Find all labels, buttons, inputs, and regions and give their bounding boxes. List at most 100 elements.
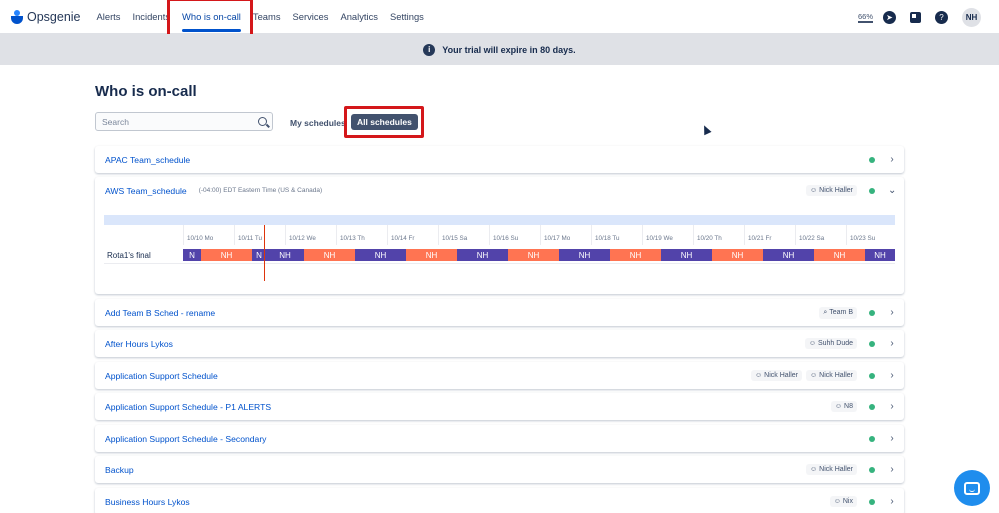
rotation-segment[interactable]: NH: [610, 249, 661, 261]
timeline-date: 10/20 Th: [693, 225, 744, 245]
timeline-date: 10/10 Mo: [183, 225, 234, 245]
main-content: Who is on-call My schedules All schedule…: [0, 65, 999, 513]
schedule-row[interactable]: Add Team B Sched - rename ⌕ Team B ›: [95, 299, 904, 326]
on-call-user-chip: ☺ Nick Haller: [751, 370, 802, 381]
schedule-row-expanded[interactable]: AWS Team_schedule (-04:00) EDT Eastern T…: [95, 177, 904, 294]
schedule-name[interactable]: Add Team B Sched - rename: [105, 308, 215, 318]
chevron-right-icon[interactable]: ›: [888, 370, 896, 381]
chat-button[interactable]: [954, 470, 990, 506]
rotation-segment[interactable]: NH: [457, 249, 508, 261]
schedule-name[interactable]: Business Hours Lykos: [105, 497, 190, 507]
timeline-date: 10/23 Su: [846, 225, 897, 245]
nav-item-alerts[interactable]: Alerts: [91, 0, 127, 34]
logo-text: Opsgenie: [27, 9, 81, 24]
my-schedules-toggle[interactable]: My schedules: [285, 114, 351, 131]
rotation-segment[interactable]: NH: [355, 249, 406, 261]
search-input[interactable]: [96, 116, 251, 127]
chevron-down-icon[interactable]: ⌄: [888, 185, 896, 196]
schedule-row[interactable]: Backup ☺ Nick Haller ›: [95, 456, 904, 483]
schedule-name[interactable]: After Hours Lykos: [105, 339, 173, 349]
timeline-divider: [104, 263, 895, 264]
chevron-right-icon[interactable]: ›: [888, 338, 896, 349]
schedule-row[interactable]: Application Support Schedule ☺ Nick Halle…: [95, 362, 904, 389]
on-call-user-chip: ☺ Suhh Dude: [804, 338, 857, 349]
zoom-level[interactable]: 66%: [857, 12, 873, 23]
schedule-name[interactable]: Backup: [105, 465, 134, 475]
info-icon: i: [423, 43, 436, 56]
timeline-dates: 10/10 Mo 10/11 Tu 10/12 We 10/13 Th 10/14 Fr…: [104, 225, 895, 245]
rotation-segment[interactable]: NH: [559, 249, 610, 261]
schedule-row[interactable]: Business Hours Lykos ☺ Nix ›: [95, 488, 904, 513]
on-call-status-dot: [869, 372, 875, 379]
on-call-status-dot: [869, 498, 875, 505]
rotation-segment[interactable]: NH: [712, 249, 763, 261]
nav-item-teams[interactable]: Teams: [247, 0, 287, 34]
rotation-segment[interactable]: N: [183, 249, 201, 261]
chevron-right-icon[interactable]: ›: [888, 154, 896, 165]
schedule-row[interactable]: APAC Team_schedule ›: [95, 146, 904, 173]
avatar[interactable]: NH: [962, 7, 981, 27]
chat-icon: [964, 481, 980, 495]
chevron-right-icon[interactable]: ›: [888, 433, 896, 444]
rotation-segment[interactable]: NH: [406, 249, 457, 261]
trial-banner: i Your trial will expire in 80 days.: [0, 34, 999, 65]
nav-item-who-is-on-call[interactable]: Who is on-call: [176, 0, 247, 34]
app-switcher-icon[interactable]: [910, 11, 921, 23]
on-call-status-dot: [869, 340, 875, 347]
schedule-row[interactable]: After Hours Lykos ☺ Suhh Dude ›: [95, 330, 904, 357]
on-call-status-dot: [869, 156, 875, 163]
timeline-date: 10/12 We: [285, 225, 336, 245]
schedule-name[interactable]: Application Support Schedule - P1 ALERTS: [105, 402, 271, 412]
timeline-date: 10/18 Tu: [591, 225, 642, 245]
on-call-user-chip: ☺ Nick Haller: [806, 464, 857, 475]
compass-icon[interactable]: ➤: [883, 10, 896, 24]
nav-items: Alerts Incidents Who is on-call Teams Se…: [91, 0, 430, 34]
user-icon: ☺: [808, 340, 816, 347]
search-icon[interactable]: [258, 117, 267, 126]
timeline-date: 10/22 Sa: [795, 225, 846, 245]
opsgenie-logo[interactable]: Opsgenie: [11, 0, 81, 34]
all-schedules-toggle[interactable]: All schedules: [351, 114, 418, 130]
on-call-user-chip: ☺ Nick Haller: [806, 370, 857, 381]
mouse-cursor-icon: [700, 123, 712, 136]
on-call-team-chip: ⌕ Team B: [819, 306, 857, 319]
timeline-date: 10/13 Th: [336, 225, 387, 245]
rotation-segment[interactable]: NH: [201, 249, 252, 261]
nav-item-incidents[interactable]: Incidents: [126, 0, 176, 34]
timeline-date: 10/14 Fr: [387, 225, 438, 245]
team-icon: ⌕: [823, 308, 828, 316]
rotation-segment[interactable]: NH: [763, 249, 814, 261]
schedule-timeline: 10/10 Mo 10/11 Tu 10/12 We 10/13 Th 10/14 Fr…: [104, 215, 895, 281]
rotation-segment[interactable]: NH: [304, 249, 355, 261]
schedule-name[interactable]: Application Support Schedule - Secondary: [105, 434, 266, 444]
nav-item-services[interactable]: Services: [287, 0, 335, 34]
chevron-right-icon[interactable]: ›: [888, 464, 896, 475]
rotation-segment[interactable]: NH: [814, 249, 865, 261]
chevron-right-icon[interactable]: ›: [888, 307, 896, 318]
schedule-row[interactable]: Application Support Schedule - P1 ALERTS…: [95, 393, 904, 420]
page-title: Who is on-call: [95, 83, 197, 100]
user-icon: ☺: [834, 403, 843, 410]
chevron-right-icon[interactable]: ›: [888, 496, 896, 507]
search-field[interactable]: [95, 112, 273, 131]
schedule-name[interactable]: AWS Team_schedule: [105, 186, 187, 196]
rotation-segment[interactable]: NH: [266, 249, 304, 261]
user-icon: ☺: [810, 372, 818, 379]
rotation-segment[interactable]: NH: [508, 249, 559, 261]
top-navigation: Opsgenie Alerts Incidents Who is on-call…: [0, 0, 999, 34]
nav-item-settings[interactable]: Settings: [384, 0, 430, 34]
schedule-name[interactable]: APAC Team_schedule: [105, 155, 190, 165]
rotation-segment[interactable]: NH: [865, 249, 895, 261]
on-call-user-chip: ☺ Nick Haller: [806, 185, 857, 196]
chevron-right-icon[interactable]: ›: [888, 401, 896, 412]
rotation-segment[interactable]: NH: [661, 249, 712, 261]
nav-item-analytics[interactable]: Analytics: [334, 0, 384, 34]
user-icon: ☺: [810, 466, 818, 473]
timeline-date: 10/15 Sa: [438, 225, 489, 245]
timeline-date: 10/19 We: [642, 225, 693, 245]
schedule-name[interactable]: Application Support Schedule: [105, 371, 218, 381]
opsgenie-logo-icon: [11, 9, 23, 24]
rotation-bar: N NH N NH NH NH NH NH NH NH NH NH NH NH NH NH: [183, 249, 895, 261]
schedule-row[interactable]: Application Support Schedule - Secondary…: [95, 425, 904, 452]
help-icon[interactable]: ?: [935, 10, 948, 24]
